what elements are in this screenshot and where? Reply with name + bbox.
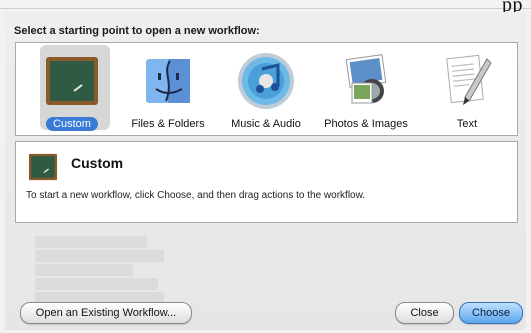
finder-icon — [146, 59, 190, 103]
text-document-icon — [446, 54, 492, 105]
template-label: Files & Folders — [131, 118, 205, 130]
chalkboard-icon — [46, 57, 98, 105]
detail-title: Custom — [71, 155, 124, 171]
chalkboard-icon — [28, 153, 58, 181]
open-existing-workflow-button[interactable]: Open an Existing Workflow... — [20, 302, 192, 324]
close-button[interactable]: Close — [395, 302, 454, 324]
choose-button[interactable]: Choose — [459, 302, 523, 324]
itunes-icon — [238, 53, 294, 109]
dialog-prompt: Select a starting point to open a new wo… — [14, 25, 260, 37]
photos-icon — [345, 54, 387, 104]
template-label: Music & Audio — [231, 118, 301, 130]
template-label: Custom — [24, 117, 120, 131]
template-detail-panel: Custom To start a new workflow, click Ch… — [15, 141, 518, 223]
template-music-audio[interactable]: Music & Audio — [218, 43, 314, 135]
detail-description: To start a new workflow, click Choose, a… — [26, 190, 366, 201]
template-chooser: Custom Files & Folders Music & Audio Pho… — [15, 42, 518, 136]
template-label: Photos & Images — [324, 118, 408, 130]
template-photos-images[interactable]: Photos & Images — [318, 43, 414, 135]
template-text[interactable]: Text — [419, 43, 515, 135]
background-window-edge — [0, 8, 531, 9]
template-custom[interactable]: Custom — [24, 43, 120, 135]
template-files-folders[interactable]: Files & Folders — [120, 43, 216, 135]
template-label: Text — [456, 118, 478, 130]
